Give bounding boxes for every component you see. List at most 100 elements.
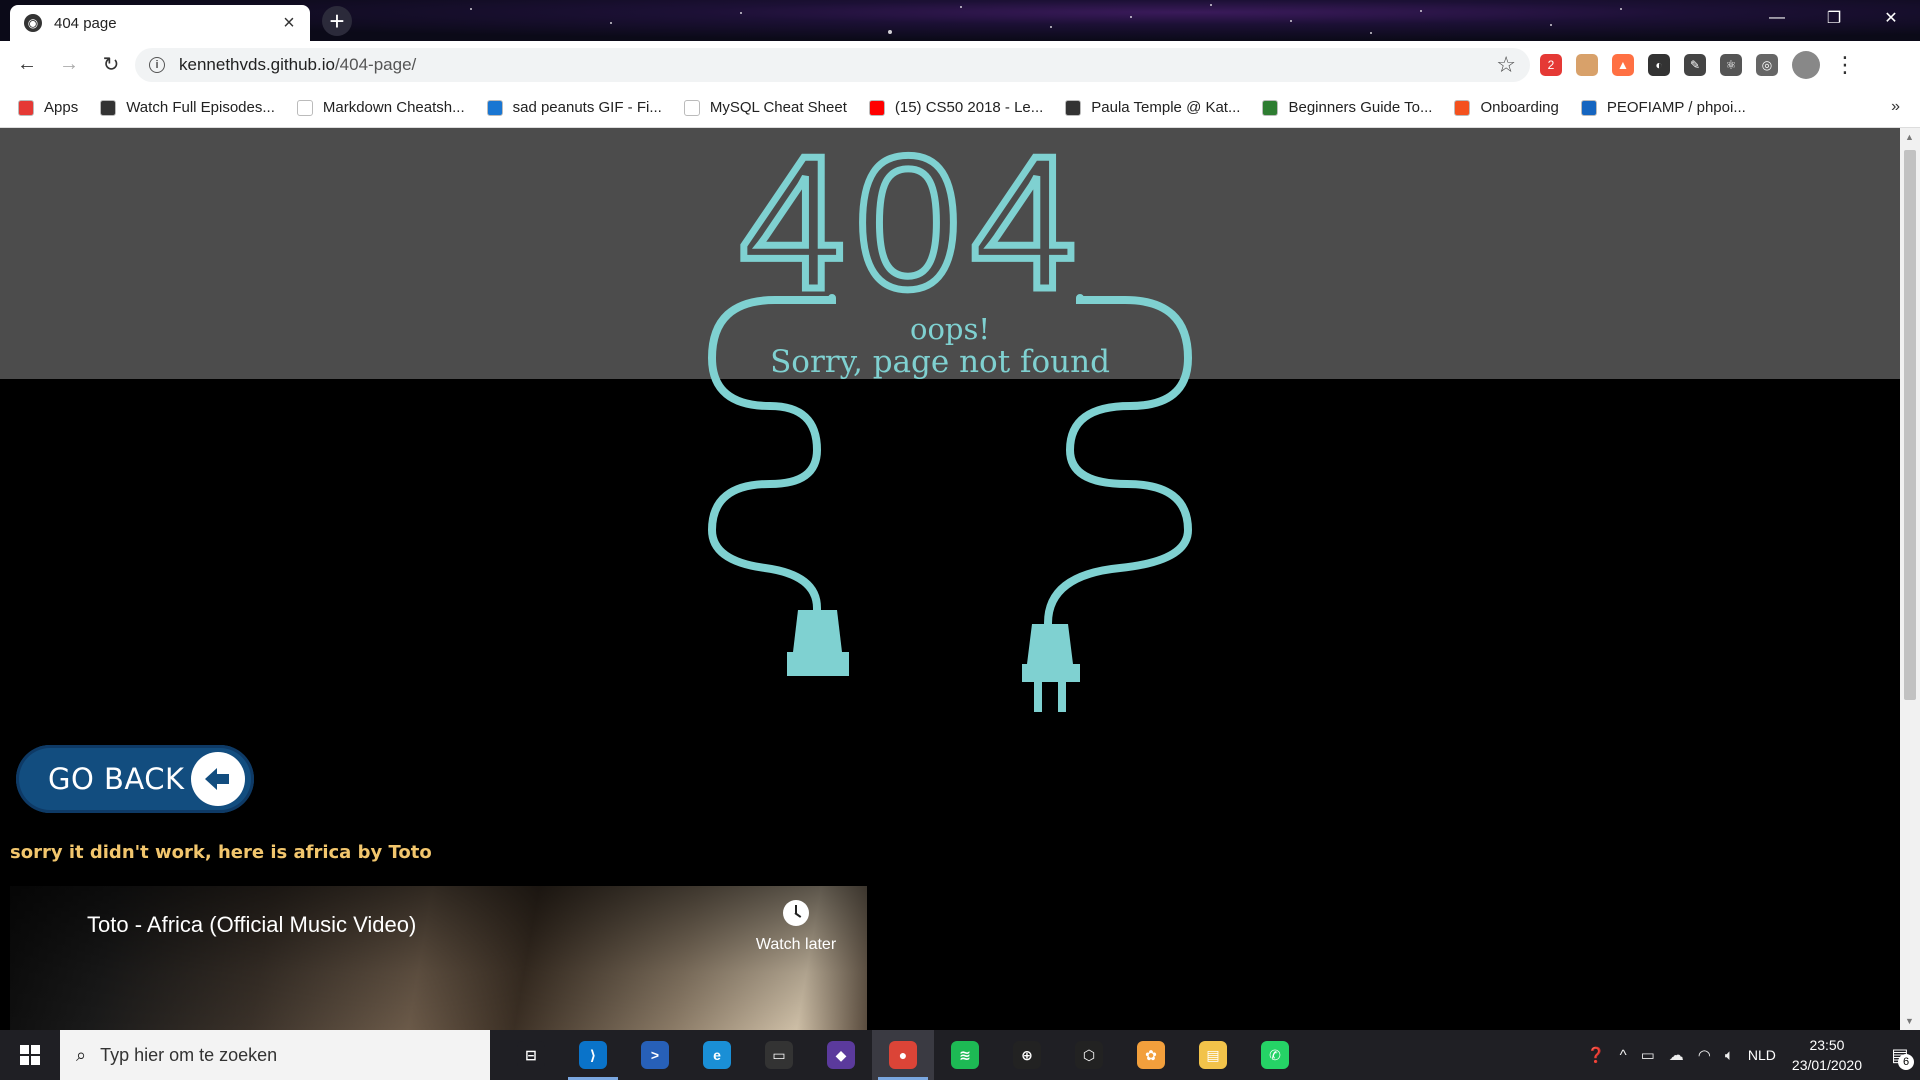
bookmark-item[interactable]: MySQL Cheat Sheet	[683, 99, 847, 116]
address-bar[interactable]: i kennethvds.github.io/404-page/ ☆	[135, 48, 1530, 82]
video-shade	[10, 886, 867, 1030]
ext-rocket-icon[interactable]: ▲	[1612, 54, 1634, 76]
bookmark-item[interactable]: Markdown Cheatsh...	[296, 99, 465, 116]
taskbar-app-spotify[interactable]: ≋	[934, 1030, 996, 1080]
taskbar-app-fl-studio[interactable]: ✿	[1120, 1030, 1182, 1080]
watch-later-button[interactable]: Watch later	[751, 900, 841, 954]
task-view-icon: ⊟	[517, 1041, 545, 1069]
whatsapp-icon: ✆	[1261, 1041, 1289, 1069]
taskbar-app-edge[interactable]: e	[686, 1030, 748, 1080]
bookmark-star-icon[interactable]: ☆	[1496, 52, 1516, 78]
bookmark-label: Paula Temple @ Kat...	[1091, 99, 1241, 116]
windows-taskbar: ⌕ Typ hier om te zoeken ⊟ ⟩ > e ▭ ◆ ● ≋ ⊕ ⬡ ✿ ▤ ✆ ❓ …	[0, 1030, 1920, 1080]
taskbar-apps: ⊟ ⟩ > e ▭ ◆ ● ≋ ⊕ ⬡ ✿ ▤ ✆	[500, 1030, 1306, 1080]
bookmark-item[interactable]: Onboarding	[1454, 99, 1559, 116]
clock-time: 23:50	[1809, 1037, 1845, 1053]
chrome-icon: ●	[889, 1041, 917, 1069]
bookmark-item[interactable]: Apps	[18, 99, 78, 116]
bookmark-item[interactable]: Paula Temple @ Kat...	[1065, 99, 1240, 116]
clock-icon	[783, 900, 809, 926]
youtube-embed[interactable]: Toto - Africa (Official Music Video) Wat…	[10, 886, 867, 1030]
forward-button[interactable]: →	[54, 50, 84, 80]
page-not-found-text: Sorry, page not found	[770, 344, 1110, 380]
reload-button[interactable]: ↻	[96, 50, 126, 80]
ext-pen-icon[interactable]: ✎	[1684, 54, 1706, 76]
bookmark-item[interactable]: sad peanuts GIF - Fi...	[486, 99, 662, 116]
left-socket-base	[787, 652, 849, 676]
restore-button[interactable]: ❐	[1805, 0, 1863, 36]
close-window-button[interactable]: ✕	[1862, 0, 1920, 36]
chevron-up-icon[interactable]: ^	[1620, 1047, 1627, 1064]
tab-404-page[interactable]: ◉ 404 page ×	[10, 5, 310, 41]
page-scrollbar[interactable]: ▲ ▼	[1900, 128, 1920, 1030]
ext-badge-2-icon[interactable]: 2	[1540, 54, 1562, 76]
new-tab-button[interactable]: +	[322, 6, 352, 36]
fl-studio-icon: ✿	[1137, 1041, 1165, 1069]
ext-target-icon[interactable]: ◎	[1756, 54, 1778, 76]
bookmark-favicon-icon	[1262, 99, 1279, 116]
bookmark-item[interactable]: PEOFIAMP / phpoi...	[1580, 99, 1746, 116]
bookmark-item[interactable]: Watch Full Episodes...	[100, 99, 275, 116]
taskbar-app-chrome[interactable]: ●	[872, 1030, 934, 1080]
site-info-icon[interactable]: i	[149, 57, 165, 73]
ext-circle-icon[interactable]: ◐	[1648, 54, 1670, 76]
taskbar-app-unity[interactable]: ⬡	[1058, 1030, 1120, 1080]
bookmark-item[interactable]: Beginners Guide To...	[1262, 99, 1432, 116]
powershell-icon: >	[641, 1041, 669, 1069]
bookmark-label: Beginners Guide To...	[1288, 99, 1433, 116]
bookmark-favicon-icon	[100, 99, 117, 116]
bookmarks-overflow-icon[interactable]: »	[1891, 98, 1900, 116]
bookmark-favicon-icon	[683, 99, 700, 116]
taskbar-app-file-explorer[interactable]: ▤	[1182, 1030, 1244, 1080]
video-title[interactable]: Toto - Africa (Official Music Video)	[87, 912, 416, 938]
bookmark-item[interactable]: (15) CS50 2018 - Le...	[868, 99, 1043, 116]
wifi-icon[interactable]: ◠	[1698, 1046, 1711, 1064]
language-indicator[interactable]: NLD	[1748, 1047, 1776, 1063]
minimize-button[interactable]: —	[1748, 0, 1806, 36]
scrollbar-thumb[interactable]	[1904, 150, 1916, 700]
right-plug-base	[1022, 664, 1080, 682]
scroll-down-icon[interactable]: ▼	[1905, 1016, 1914, 1026]
help-icon[interactable]: ❓	[1587, 1046, 1606, 1064]
right-plug	[1027, 624, 1073, 664]
taskbar-clock[interactable]: 23:50 23/01/2020	[1792, 1035, 1862, 1075]
extension-icons: 2 ▲ ◐ ✎ ⚛ ◎ ⋮	[1540, 51, 1856, 79]
bookmark-label: PEOFIAMP / phpoi...	[1606, 99, 1746, 116]
browser-menu-icon[interactable]: ⋮	[1834, 52, 1856, 78]
taskbar-app-vscode[interactable]: ⟩	[562, 1030, 624, 1080]
onedrive-icon[interactable]: ☁	[1669, 1046, 1684, 1064]
bookmark-favicon-icon	[1580, 99, 1597, 116]
globe-icon: ◉	[24, 14, 42, 32]
taskbar-app-gitkraken-circle[interactable]: ⊕	[996, 1030, 1058, 1080]
git-kraken-icon: ◆	[827, 1041, 855, 1069]
battery-icon[interactable]: ▭	[1641, 1046, 1655, 1064]
taskbar-search[interactable]: ⌕ Typ hier om te zoeken	[60, 1030, 490, 1080]
back-button[interactable]: ←	[12, 50, 42, 80]
url-text[interactable]: kennethvds.github.io/404-page/	[179, 55, 1496, 75]
taskbar-app-terminal[interactable]: ▭	[748, 1030, 810, 1080]
tab-close-icon[interactable]: ×	[278, 12, 300, 34]
ext-react-icon[interactable]: ⚛	[1720, 54, 1742, 76]
action-center-button[interactable]: ▤ 6	[1880, 1030, 1920, 1080]
start-button[interactable]	[0, 1030, 60, 1080]
volume-icon[interactable]: 🔈︎	[1725, 1047, 1734, 1064]
notification-count: 6	[1898, 1054, 1914, 1070]
bookmark-favicon-icon	[1454, 99, 1471, 116]
scroll-up-icon[interactable]: ▲	[1905, 132, 1914, 142]
edge-icon: e	[703, 1041, 731, 1069]
bookmark-label: sad peanuts GIF - Fi...	[512, 99, 662, 116]
go-back-button[interactable]: GO BACK	[16, 745, 254, 813]
tab-title: 404 page	[54, 14, 117, 32]
bookmark-favicon-icon	[1065, 99, 1082, 116]
bookmark-favicon-icon	[486, 99, 503, 116]
taskbar-app-task-view[interactable]: ⊟	[500, 1030, 562, 1080]
right-plug-prong-left	[1034, 682, 1042, 712]
profile-avatar[interactable]	[1792, 51, 1820, 79]
bookmark-favicon-icon	[18, 99, 34, 116]
taskbar-app-whatsapp[interactable]: ✆	[1244, 1030, 1306, 1080]
unity-icon: ⬡	[1075, 1041, 1103, 1069]
taskbar-app-powershell[interactable]: >	[624, 1030, 686, 1080]
windows-logo-icon	[20, 1045, 40, 1065]
taskbar-app-git-kraken[interactable]: ◆	[810, 1030, 872, 1080]
ext-orange-icon[interactable]	[1576, 54, 1598, 76]
